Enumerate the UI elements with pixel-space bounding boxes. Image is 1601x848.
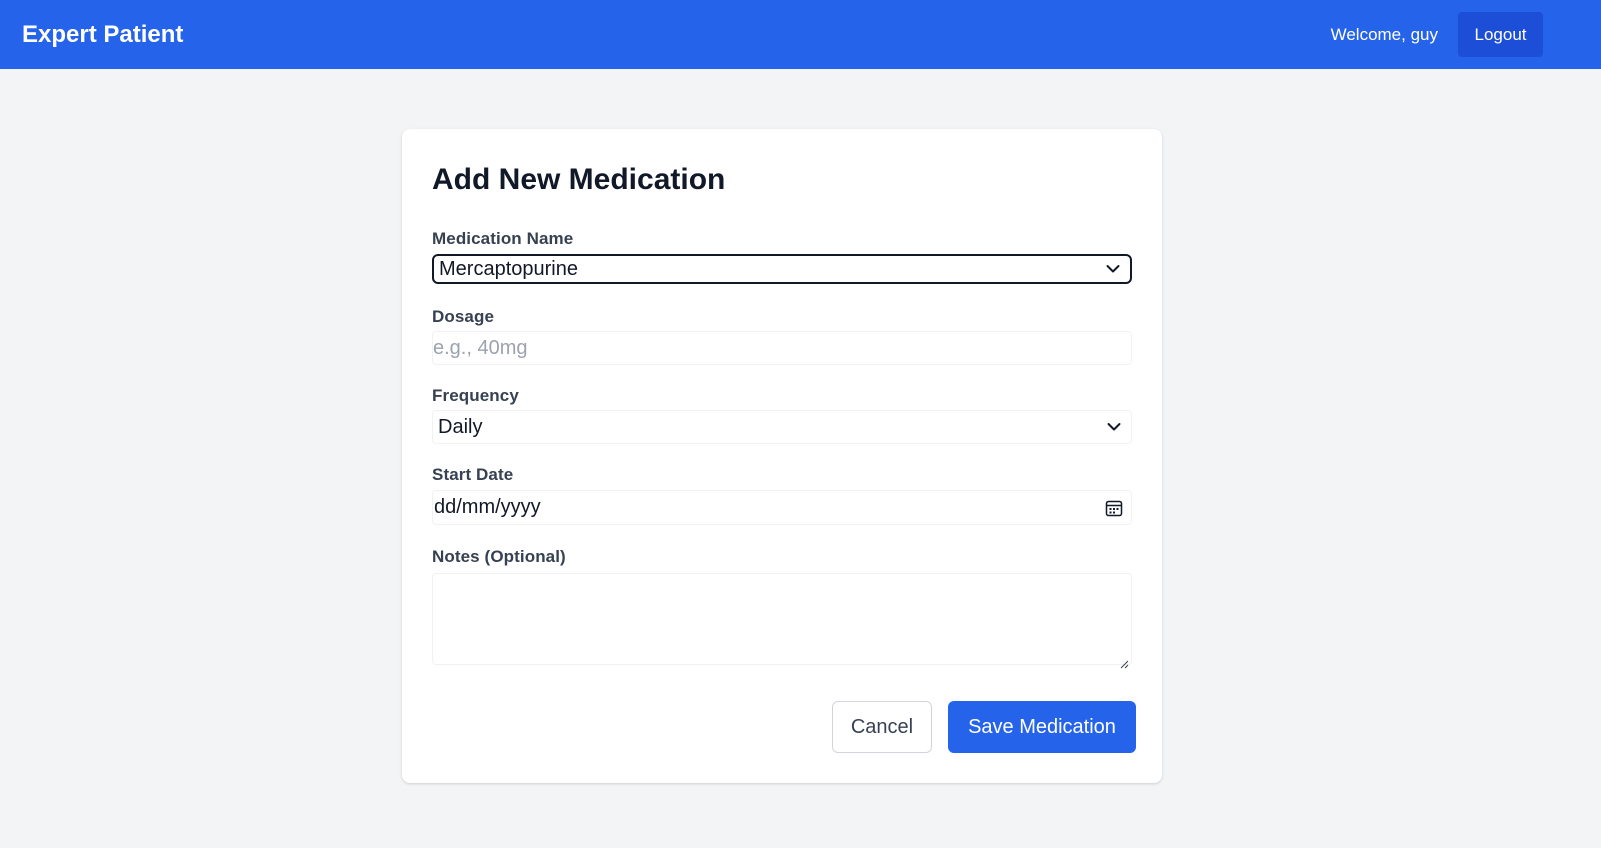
medication-name-label: Medication Name	[432, 229, 574, 248]
top-nav-bar: Expert Patient Welcome, guy Logout	[0, 0, 1601, 69]
medication-name-select[interactable]: Mercaptopurine	[432, 254, 1132, 284]
resize-handle-icon[interactable]	[1119, 652, 1129, 669]
save-medication-button[interactable]: Save Medication	[948, 701, 1136, 753]
start-date-label: Start Date	[432, 465, 514, 484]
frequency-select[interactable]: Daily	[432, 410, 1132, 444]
chevron-down-icon	[1103, 416, 1125, 438]
welcome-text: Welcome, guy	[1330, 24, 1438, 44]
add-medication-form: Add New Medication Medication Name Merca…	[402, 129, 1162, 783]
start-date-input[interactable]: dd/mm/yyyy	[432, 490, 1132, 525]
cancel-button[interactable]: Cancel	[832, 701, 932, 753]
dosage-placeholder: e.g., 40mg	[433, 336, 528, 359]
medication-name-value: Mercaptopurine	[439, 257, 578, 280]
dosage-input[interactable]: e.g., 40mg	[432, 331, 1132, 365]
frequency-label: Frequency	[432, 386, 519, 405]
user-area: Welcome, guy Logout	[1331, 12, 1543, 57]
page-title: Add New Medication	[432, 163, 726, 196]
logout-button[interactable]: Logout	[1458, 12, 1543, 57]
notes-textarea[interactable]	[432, 573, 1132, 669]
chevron-down-icon	[1102, 258, 1124, 280]
calendar-icon[interactable]	[1103, 497, 1125, 519]
dosage-label: Dosage	[432, 307, 495, 326]
start-date-value: dd/mm/yyyy	[434, 496, 541, 518]
app-brand[interactable]: Expert Patient	[22, 21, 183, 49]
frequency-value: Daily	[438, 415, 483, 438]
notes-label: Notes (Optional)	[432, 547, 566, 566]
